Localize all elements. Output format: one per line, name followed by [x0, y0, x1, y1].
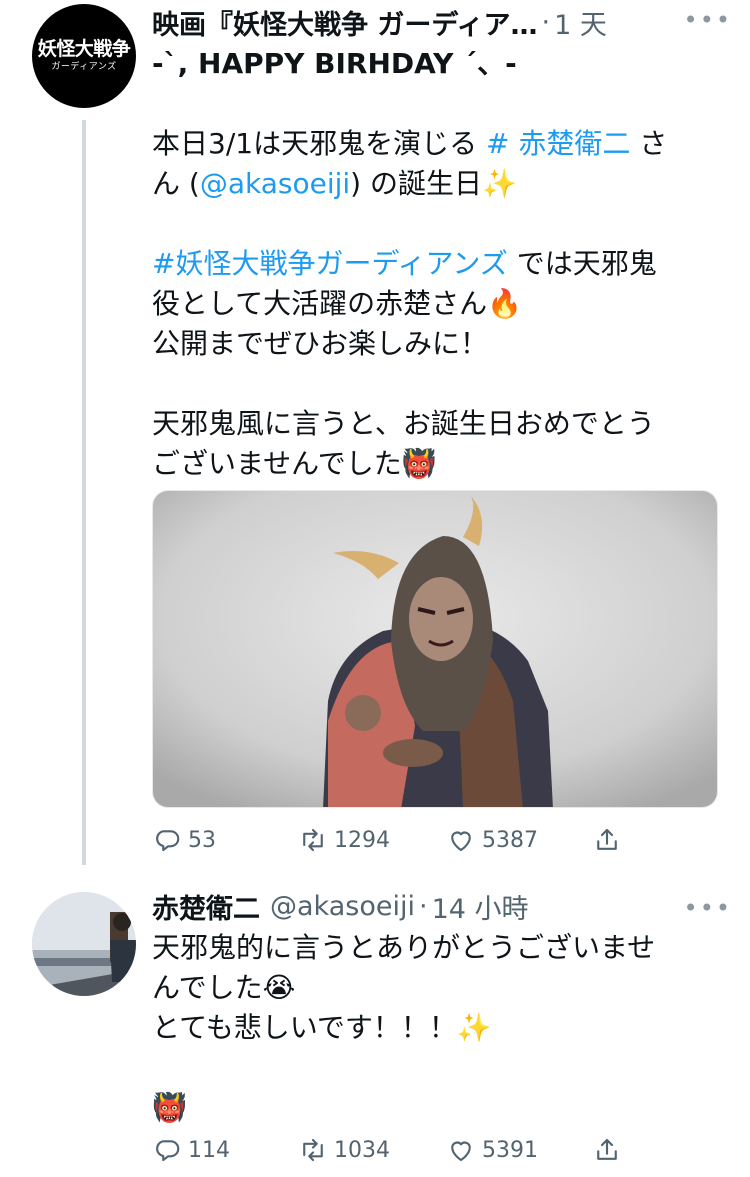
- share-icon: [597, 1138, 617, 1160]
- retweet-button[interactable]: 1294: [298, 820, 390, 860]
- text-line: #妖怪大戦争ガーディアンズ では天邪鬼: [152, 244, 732, 284]
- retweet-count: 1294: [334, 827, 390, 853]
- text-segment: さ: [630, 127, 668, 160]
- reply-button[interactable]: 114: [152, 1130, 230, 1170]
- share-button[interactable]: [592, 1130, 622, 1170]
- text-line: んでした😭: [152, 971, 296, 1004]
- tweet-2[interactable]: 赤楚衛二 @akasoeiji · 14 小時 ••• 天邪鬼的に言うとありがと…: [0, 880, 750, 1177]
- text-line: 公開までぜひお楽しみに！: [152, 327, 489, 360]
- reply-button[interactable]: 53: [152, 820, 216, 860]
- action-bar: 114 1034 5391: [152, 1130, 632, 1170]
- like-button[interactable]: 5391: [446, 1130, 538, 1170]
- like-icon: [451, 831, 471, 852]
- avatar-logo-subtext: ガーディアンズ: [51, 62, 117, 72]
- timestamp[interactable]: 1 天: [554, 3, 607, 42]
- retweet-count: 1034: [334, 1137, 390, 1163]
- avatar[interactable]: 妖怪大戦争 ガーディアンズ: [32, 4, 136, 108]
- thread-line: [82, 120, 86, 865]
- text-line: [152, 204, 732, 244]
- more-icon[interactable]: •••: [684, 8, 732, 32]
- text-line: 本日3/1は天邪鬼を演じる # 赤楚衛二 さ: [152, 124, 732, 164]
- text-line: -`, HAPPY BIRHDAY ´、-: [152, 47, 517, 80]
- text-line: [152, 84, 732, 124]
- reply-count: 114: [188, 1137, 230, 1163]
- separator-dot: ·: [418, 890, 428, 922]
- tweet-1[interactable]: 妖怪大戦争 ガーディアンズ 映画『妖怪大戦争 ガーディア… · 1 天 ••• …: [0, 0, 750, 880]
- text-line: [152, 364, 732, 404]
- like-count: 5391: [482, 1137, 538, 1163]
- text-segment: 本日3/1は天邪鬼を演じる: [152, 127, 486, 160]
- tweet-header: 映画『妖怪大戦争 ガーディア… · 1 天: [152, 2, 730, 42]
- tweet-text: -`, HAPPY BIRHDAY ´、- 本日3/1は天邪鬼を演じる # 赤楚…: [152, 44, 732, 484]
- retweet-icon: [303, 828, 323, 852]
- share-button[interactable]: [592, 820, 622, 860]
- reply-icon: [156, 830, 180, 852]
- text-segment: ん (: [152, 167, 200, 200]
- text-line: 役として大活躍の赤楚さん🔥: [152, 287, 523, 320]
- hashtag-link[interactable]: # 赤楚衛二: [486, 127, 630, 160]
- like-icon: [451, 1141, 471, 1162]
- separator-dot: ·: [541, 6, 551, 38]
- avatar[interactable]: [32, 892, 136, 996]
- author-name[interactable]: 映画『妖怪大戦争 ガーディア…: [152, 3, 538, 42]
- author-name[interactable]: 赤楚衛二: [152, 887, 260, 926]
- avatar-logo-text: 妖怪大戦争: [37, 38, 131, 60]
- avatar-photo: [32, 892, 136, 996]
- action-bar: 53 1294 5387: [152, 820, 632, 860]
- tweet-header: 赤楚衛二 @akasoeiji · 14 小時: [152, 886, 730, 926]
- text-segment: では天邪鬼: [507, 247, 657, 280]
- timestamp[interactable]: 14 小時: [432, 887, 529, 926]
- reply-icon: [156, 1140, 180, 1162]
- text-line: とても悲しいです！！！✨: [152, 1011, 492, 1044]
- reply-count: 53: [188, 827, 216, 853]
- retweet-icon: [303, 1138, 323, 1162]
- share-icon: [597, 828, 617, 850]
- text-line: 天邪鬼風に言うと、お誕生日おめでとう: [152, 407, 655, 440]
- text-line: 天邪鬼的に言うとありがとうございませ: [152, 931, 656, 964]
- text-line: ございませんでした👹: [152, 447, 437, 480]
- text-segment: ) の誕生日✨: [350, 167, 517, 200]
- like-count: 5387: [482, 827, 538, 853]
- like-button[interactable]: 5387: [446, 820, 538, 860]
- more-icon[interactable]: •••: [684, 896, 732, 920]
- text-line: ん (@akasoeiji) の誕生日✨: [152, 164, 732, 204]
- hashtag-link[interactable]: #妖怪大戦争ガーディアンズ: [152, 247, 508, 280]
- retweet-button[interactable]: 1034: [298, 1130, 390, 1170]
- text-line: 👹: [152, 1091, 187, 1124]
- tweet-image[interactable]: [152, 490, 718, 808]
- character-photo: [153, 491, 717, 807]
- author-handle[interactable]: @akasoeiji: [270, 891, 415, 922]
- text-line: [152, 1048, 732, 1088]
- mention-link[interactable]: @akasoeiji: [200, 167, 350, 200]
- tweet-text: 天邪鬼的に言うとありがとうございませ んでした😭 とても悲しいです！！！✨ 👹: [152, 928, 732, 1128]
